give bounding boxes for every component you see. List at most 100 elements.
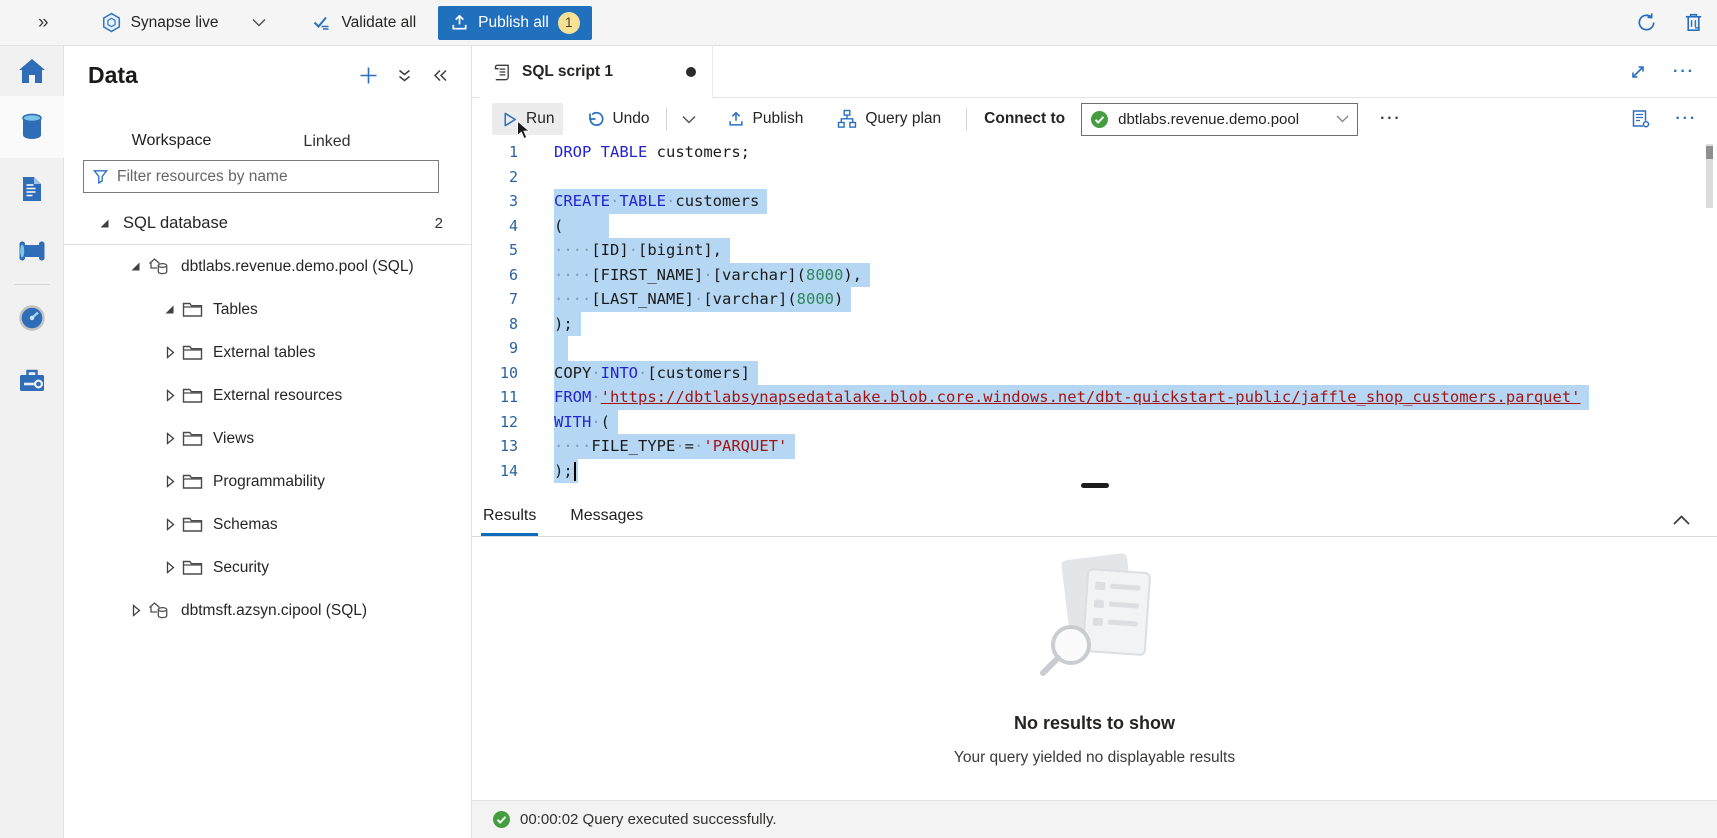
results-splitter-handle[interactable]: [1081, 483, 1109, 488]
code-line-content[interactable]: ····FILE_TYPE·=·'PARQUET': [554, 434, 795, 459]
code-line-2[interactable]: 2: [472, 165, 1717, 190]
nav-integrate[interactable]: [0, 220, 64, 282]
tree-item-dbtlabs-revenue-demo-pool-sql[interactable]: dbtlabs.revenue.demo.pool (SQL): [64, 245, 471, 288]
twisty-collapsed-icon[interactable]: [162, 559, 178, 576]
code-line-13[interactable]: 13····FILE_TYPE·=·'PARQUET': [472, 434, 1717, 459]
refresh-icon[interactable]: [1635, 11, 1658, 34]
code-line-7[interactable]: 7 ····[LAST_NAME]·[varchar](8000): [472, 287, 1717, 312]
code-line-content[interactable]: COPY·INTO·[customers]: [554, 361, 758, 386]
tree-item-sql-database[interactable]: SQL database2: [64, 202, 471, 245]
empty-results-title: No results to show: [472, 713, 1717, 734]
undo-button[interactable]: Undo: [577, 103, 658, 135]
tree-item-tables[interactable]: Tables: [64, 288, 471, 331]
line-number: 5: [472, 238, 518, 263]
panel-title: Data: [88, 62, 138, 89]
nav-develop[interactable]: [0, 158, 64, 220]
tab-more-icon[interactable]: ···: [1673, 63, 1695, 81]
resource-tree: SQL database2dbtlabs.revenue.demo.pool (…: [64, 202, 471, 632]
discard-trash-icon[interactable]: [1682, 11, 1705, 34]
data-panel-tabs: Workspace Linked: [64, 118, 471, 166]
text-caret: [574, 462, 576, 481]
code-line-content[interactable]: ····[FIRST_NAME]·[varchar](8000),: [554, 263, 870, 288]
query-plan-button[interactable]: Query plan: [828, 102, 950, 136]
tree-item-security[interactable]: Security: [64, 546, 471, 589]
twisty-collapsed-icon[interactable]: [162, 516, 178, 533]
environment-switcher[interactable]: Synapse live: [101, 12, 219, 33]
code-line-4[interactable]: 4(: [472, 214, 1717, 239]
nav-manage[interactable]: [0, 349, 64, 411]
collapse-results-icon[interactable]: [1672, 514, 1691, 526]
code-line-12[interactable]: 12WITH·(: [472, 410, 1717, 435]
tab-results[interactable]: Results: [481, 507, 538, 536]
tab-messages[interactable]: Messages: [568, 507, 645, 536]
line-number: 7: [472, 287, 518, 312]
data-explorer-panel: Data Workspace Linked S: [64, 46, 471, 838]
validate-all-button[interactable]: Validate all: [312, 13, 416, 33]
code-line-content[interactable]: );: [554, 459, 578, 484]
editor-scrollbar-thumb[interactable]: [1706, 146, 1713, 159]
code-line-content[interactable]: ····[LAST_NAME]·[varchar](8000): [554, 287, 851, 312]
line-number: 3: [472, 189, 518, 214]
editor-toolbar: Run Undo Publish: [472, 98, 1717, 140]
nav-home[interactable]: [0, 46, 64, 96]
nav-monitor[interactable]: [0, 287, 64, 349]
expand-nav-icon[interactable]: »: [38, 12, 49, 34]
tree-item-programmability[interactable]: Programmability: [64, 460, 471, 503]
code-line-content[interactable]: DROP TABLE customers;: [554, 140, 750, 165]
tab-workspace[interactable]: Workspace: [98, 118, 245, 166]
publish-all-button[interactable]: Publish all 1: [438, 6, 592, 40]
environment-caret-icon[interactable]: [252, 18, 266, 27]
tree-item-external-tables[interactable]: External tables: [64, 331, 471, 374]
code-line-content[interactable]: WITH·(: [554, 410, 618, 435]
twisty-expanded-icon[interactable]: [128, 258, 144, 275]
code-line-5[interactable]: 5 ····[ID]·[bigint],: [472, 238, 1717, 263]
code-line-11[interactable]: 11FROM·'https://dbtlabsynapsedatalake.bl…: [472, 385, 1717, 410]
tree-item-views[interactable]: Views: [64, 417, 471, 460]
code-line-9[interactable]: 9: [472, 336, 1717, 361]
tree-item-dbtmsft-azsyn-cipool-sql[interactable]: dbtmsft.azsyn.cipool (SQL): [64, 589, 471, 632]
twisty-collapsed-icon[interactable]: [162, 473, 178, 490]
rail-divider: [14, 284, 50, 285]
code-line-content[interactable]: CREATE·TABLE·customers: [554, 189, 767, 214]
twisty-collapsed-icon[interactable]: [128, 602, 144, 619]
code-line-6[interactable]: 6····[FIRST_NAME]·[varchar](8000),: [472, 263, 1717, 288]
toolbar-more-icon[interactable]: ···: [1380, 110, 1402, 128]
code-line-content[interactable]: );: [554, 312, 581, 337]
twisty-collapsed-icon[interactable]: [162, 344, 178, 361]
line-number: 4: [472, 214, 518, 239]
code-line-10[interactable]: 10 COPY·INTO·[customers]: [472, 361, 1717, 386]
tree-item-schemas[interactable]: Schemas: [64, 503, 471, 546]
editor-more-icon[interactable]: ···: [1676, 110, 1698, 128]
code-area[interactable]: 1DROP TABLE customers;23 CREATE·TABLE·cus…: [472, 140, 1717, 485]
filter-input[interactable]: [117, 168, 430, 186]
twisty-expanded-icon[interactable]: [97, 215, 113, 232]
undo-redo-caret-icon[interactable]: [674, 115, 704, 124]
line-number: 10: [472, 361, 518, 386]
code-line-content[interactable]: (: [554, 214, 609, 239]
add-resource-icon[interactable]: [359, 66, 378, 85]
collapse-panel-icon[interactable]: [431, 67, 449, 84]
twisty-expanded-icon[interactable]: [162, 301, 178, 318]
publish-button[interactable]: Publish: [718, 103, 813, 135]
code-line-3[interactable]: 3 CREATE·TABLE·customers: [472, 189, 1717, 214]
code-line-content[interactable]: [554, 336, 568, 361]
twisty-collapsed-icon[interactable]: [162, 430, 178, 447]
expand-all-icon[interactable]: [396, 67, 413, 85]
tree-item-label: Views: [213, 430, 254, 448]
environment-label: Synapse live: [131, 14, 219, 32]
tab-sql-script-1[interactable]: SQL script 1: [479, 46, 713, 98]
code-line-content[interactable]: FROM·'https://dbtlabsynapsedatalake.blob…: [554, 385, 1589, 410]
code-line-8[interactable]: 8);: [472, 312, 1717, 337]
connection-dropdown[interactable]: dbtlabs.revenue.demo.pool: [1081, 103, 1358, 136]
twisty-collapsed-icon[interactable]: [162, 387, 178, 404]
nav-data[interactable]: [0, 96, 64, 158]
sql-pool-icon: [148, 256, 171, 277]
code-line-content[interactable]: ····[ID]·[bigint],: [554, 238, 730, 263]
expand-editor-icon[interactable]: [1629, 63, 1647, 81]
tree-item-count: 2: [435, 215, 443, 232]
code-line-14[interactable]: 14);: [472, 459, 1717, 484]
tree-item-external-resources[interactable]: External resources: [64, 374, 471, 417]
tab-linked[interactable]: Linked: [267, 118, 387, 166]
code-line-1[interactable]: 1DROP TABLE customers;: [472, 140, 1717, 165]
properties-icon[interactable]: [1630, 108, 1652, 130]
